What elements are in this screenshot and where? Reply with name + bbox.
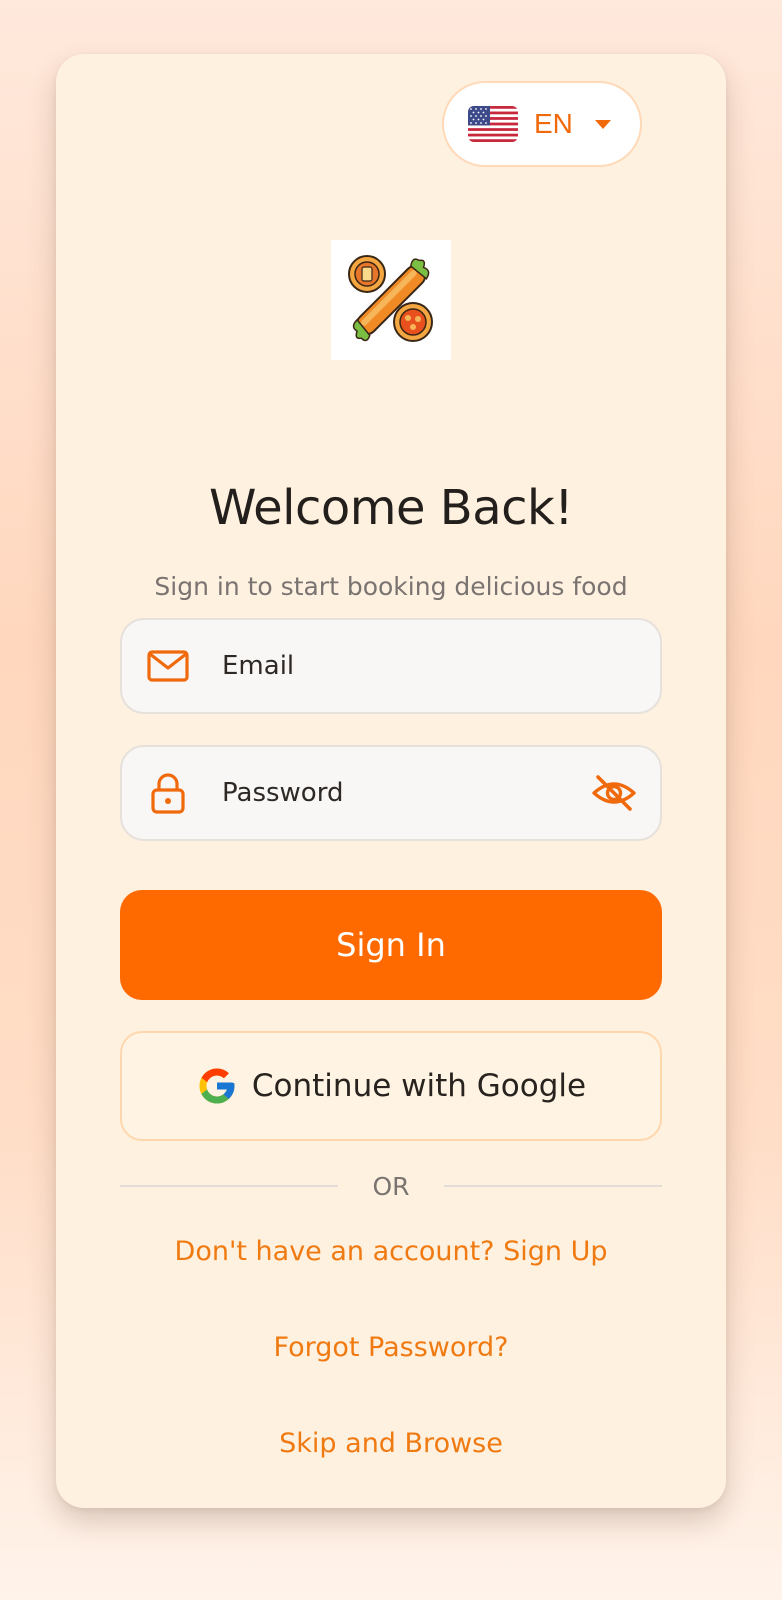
language-selector[interactable]: EN: [442, 81, 642, 167]
sign-up-link[interactable]: Don't have an account? Sign Up: [56, 1236, 726, 1268]
eye-off-icon[interactable]: [590, 771, 638, 815]
login-card: EN Welcome Back! Sign in to start bookin…: [56, 54, 726, 1508]
caret-down-icon: [594, 119, 611, 129]
password-field[interactable]: [120, 745, 662, 841]
food-discount-logo-icon: [331, 240, 451, 360]
email-field[interactable]: [120, 618, 662, 714]
forgot-password-link[interactable]: Forgot Password?: [56, 1332, 726, 1364]
sign-in-button[interactable]: Sign In: [120, 890, 662, 1000]
google-button-label: Continue with Google: [251, 1068, 587, 1104]
lock-icon: [146, 771, 190, 815]
google-icon: [199, 1068, 235, 1104]
us-flag-icon: [468, 106, 518, 142]
google-sign-in-button[interactable]: Continue with Google: [120, 1031, 662, 1141]
email-input[interactable]: [222, 620, 580, 712]
divider-line-right: [443, 1185, 662, 1187]
page-subtitle: Sign in to start booking delicious food: [154, 572, 628, 601]
divider-line-left: [120, 1185, 339, 1187]
skip-and-browse-link[interactable]: Skip and Browse: [56, 1428, 726, 1460]
page-title: Welcome Back!: [208, 480, 574, 536]
mail-icon: [146, 644, 190, 688]
password-input[interactable]: [222, 747, 580, 839]
divider-label: OR: [372, 1171, 410, 1201]
or-divider: OR: [120, 1166, 662, 1206]
language-code: EN: [534, 108, 573, 139]
